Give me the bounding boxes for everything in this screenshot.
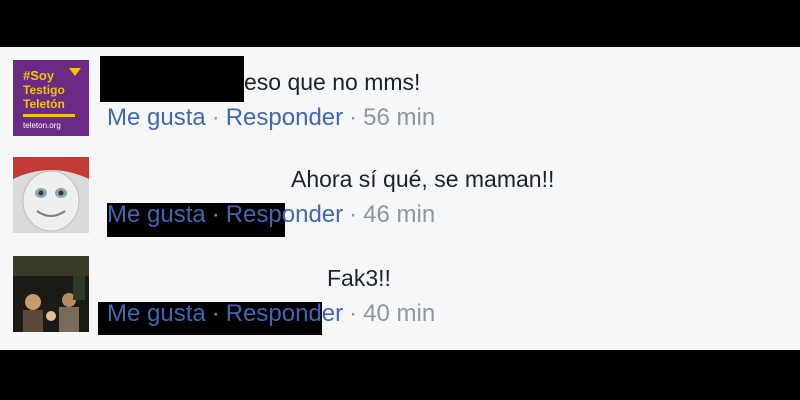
avatar-text-line3: Teletón (23, 97, 65, 111)
comments-panel: #Soy Testigo Teletón teleton.org eso que… (0, 47, 800, 350)
people-photo-avatar[interactable] (13, 256, 89, 332)
avatar-image: #Soy Testigo Teletón teleton.org (13, 60, 89, 136)
comment-item: Ahora sí qué, se maman!! Me gusta · Respon… (0, 153, 800, 248)
avatar-text-url: teleton.org (23, 121, 61, 130)
soy-testigo-teleton-avatar[interactable]: #Soy Testigo Teletón teleton.org (13, 60, 89, 136)
comment-text: Ahora sí qué, se maman!! (291, 166, 555, 192)
reply-link[interactable]: Responder (226, 201, 343, 228)
comment-actions: Me gusta · Responder · 46 min (107, 201, 435, 229)
avatar-text-line2: Testigo (23, 83, 65, 97)
separator-dot: · (211, 104, 220, 131)
comment-item: #Soy Testigo Teletón teleton.org eso que… (0, 56, 800, 151)
cartoon-face-avatar[interactable] (13, 157, 89, 233)
comment-timestamp[interactable]: 40 min (363, 300, 435, 327)
reply-link[interactable]: Responder (226, 300, 343, 327)
separator-dot: · (211, 201, 220, 228)
comment-actions: Me gusta · Responder · 40 min (107, 300, 435, 328)
avatar-image (13, 256, 89, 332)
like-link[interactable]: Me gusta (107, 201, 206, 228)
comment-timestamp[interactable]: 46 min (363, 201, 435, 228)
comment-timestamp[interactable]: 56 min (363, 104, 435, 131)
like-link[interactable]: Me gusta (107, 300, 206, 327)
comment-text: Fak3!! (327, 265, 391, 291)
avatar-image (13, 157, 89, 233)
reply-link[interactable]: Responder (226, 104, 343, 131)
avatar-text-line1: #Soy (23, 68, 55, 83)
comment-item: Fak3!! Me gusta · Responder · 40 min (0, 252, 800, 347)
comment-text: eso que no mms! (244, 69, 421, 95)
comment-actions: Me gusta · Responder · 56 min (107, 104, 435, 132)
separator-dot: · (211, 300, 220, 327)
like-link[interactable]: Me gusta (107, 104, 206, 131)
separator-dot: · (349, 300, 358, 327)
separator-dot: · (349, 201, 358, 228)
author-name-redacted[interactable] (100, 56, 244, 102)
separator-dot: · (349, 104, 358, 131)
